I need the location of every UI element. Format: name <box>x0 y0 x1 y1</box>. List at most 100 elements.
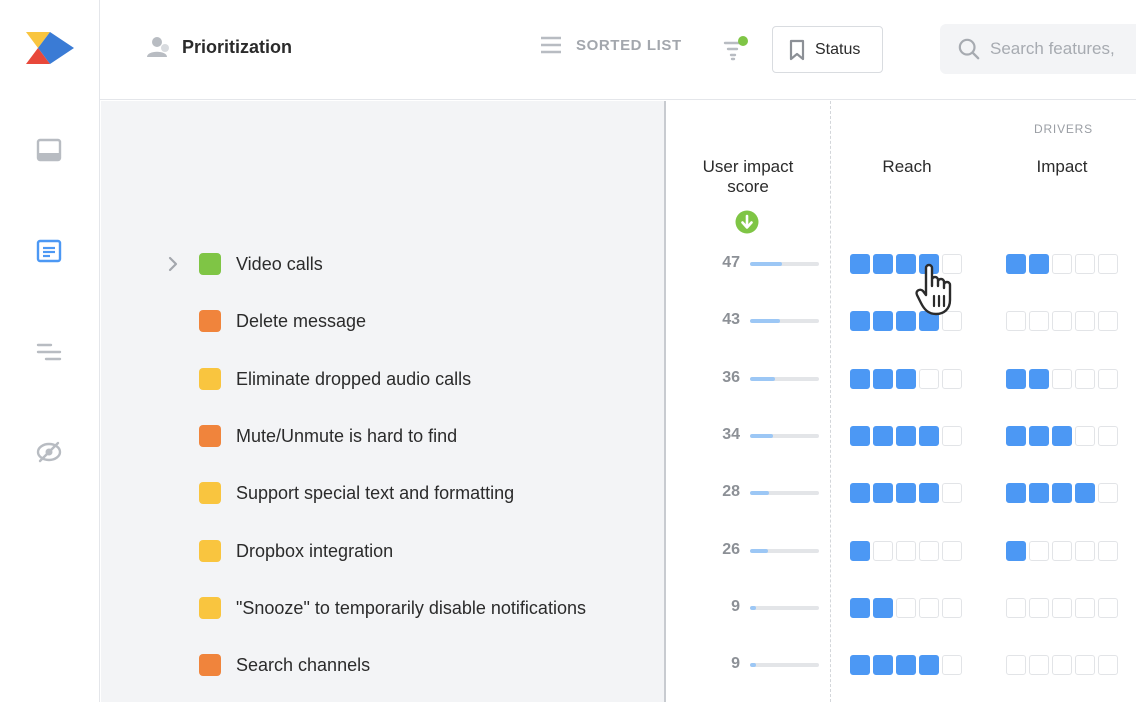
reach-rating-cell[interactable] <box>942 655 962 675</box>
nav-inbox-button[interactable] <box>33 134 65 166</box>
impact-rating[interactable] <box>1006 655 1118 675</box>
reach-rating-cell[interactable] <box>850 311 870 331</box>
reach-rating-cell[interactable] <box>873 541 893 561</box>
reach-rating-cell[interactable] <box>896 426 916 446</box>
reach-rating-cell[interactable] <box>919 541 939 561</box>
filter-icon[interactable] <box>722 34 752 64</box>
feature-name[interactable]: Delete message <box>236 311 366 332</box>
impact-rating-cell[interactable] <box>1075 369 1095 389</box>
column-header-user-impact-score[interactable]: User impact score <box>690 157 806 197</box>
reach-rating-cell[interactable] <box>942 311 962 331</box>
reach-rating-cell[interactable] <box>919 426 939 446</box>
reach-rating-cell[interactable] <box>850 483 870 503</box>
impact-rating-cell[interactable] <box>1075 483 1095 503</box>
impact-rating[interactable] <box>1006 254 1118 274</box>
impact-rating-cell[interactable] <box>1052 655 1072 675</box>
feature-name[interactable]: Mute/Unmute is hard to find <box>236 426 457 447</box>
nav-hidden-button[interactable] <box>33 436 65 468</box>
chevron-right-icon[interactable] <box>165 256 181 272</box>
feature-name[interactable]: Support special text and formatting <box>236 483 514 504</box>
impact-rating-cell[interactable] <box>1052 541 1072 561</box>
nav-features-button[interactable] <box>33 235 65 267</box>
impact-rating[interactable] <box>1006 311 1118 331</box>
reach-rating-cell[interactable] <box>873 598 893 618</box>
impact-rating-cell[interactable] <box>1006 426 1026 446</box>
reach-rating[interactable] <box>850 369 962 389</box>
impact-rating-cell[interactable] <box>1006 655 1026 675</box>
reach-rating-cell[interactable] <box>896 369 916 389</box>
impact-rating-cell[interactable] <box>1052 598 1072 618</box>
feature-name[interactable]: Video calls <box>236 254 323 275</box>
impact-rating-cell[interactable] <box>1052 483 1072 503</box>
impact-rating-cell[interactable] <box>1052 426 1072 446</box>
reach-rating-cell[interactable] <box>896 311 916 331</box>
reach-rating-cell[interactable] <box>919 598 939 618</box>
impact-rating-cell[interactable] <box>1029 483 1049 503</box>
impact-rating-cell[interactable] <box>1006 483 1026 503</box>
reach-rating[interactable] <box>850 311 962 331</box>
impact-rating-cell[interactable] <box>1098 655 1118 675</box>
impact-rating[interactable] <box>1006 598 1118 618</box>
reach-rating-cell[interactable] <box>919 254 939 274</box>
reach-rating-cell[interactable] <box>850 598 870 618</box>
reach-rating[interactable] <box>850 541 962 561</box>
reach-rating-cell[interactable] <box>942 483 962 503</box>
reach-rating-cell[interactable] <box>942 541 962 561</box>
impact-rating-cell[interactable] <box>1052 254 1072 274</box>
column-header-reach[interactable]: Reach <box>866 157 948 177</box>
impact-rating-cell[interactable] <box>1029 426 1049 446</box>
reach-rating-cell[interactable] <box>942 598 962 618</box>
feature-row[interactable]: Dropbox integration <box>101 531 664 571</box>
reach-rating-cell[interactable] <box>919 369 939 389</box>
reach-rating-cell[interactable] <box>919 311 939 331</box>
feature-row[interactable]: Support special text and formatting <box>101 473 664 513</box>
impact-rating-cell[interactable] <box>1098 541 1118 561</box>
impact-rating-cell[interactable] <box>1098 369 1118 389</box>
reach-rating-cell[interactable] <box>896 541 916 561</box>
feature-name[interactable]: Eliminate dropped audio calls <box>236 369 471 390</box>
sorted-list-toggle[interactable]: SORTED LIST <box>540 36 682 54</box>
reach-rating[interactable] <box>850 598 962 618</box>
reach-rating-cell[interactable] <box>873 369 893 389</box>
reach-rating-cell[interactable] <box>873 483 893 503</box>
reach-rating-cell[interactable] <box>896 598 916 618</box>
impact-rating-cell[interactable] <box>1075 254 1095 274</box>
reach-rating[interactable] <box>850 254 962 274</box>
reach-rating-cell[interactable] <box>850 426 870 446</box>
impact-rating-cell[interactable] <box>1029 541 1049 561</box>
impact-rating-cell[interactable] <box>1029 598 1049 618</box>
impact-rating-cell[interactable] <box>1006 311 1026 331</box>
reach-rating[interactable] <box>850 426 962 446</box>
feature-row[interactable]: "Snooze" to temporarily disable notifica… <box>101 588 664 628</box>
impact-rating[interactable] <box>1006 483 1118 503</box>
nav-roadmap-button[interactable] <box>33 336 65 368</box>
impact-rating-cell[interactable] <box>1006 369 1026 389</box>
impact-rating[interactable] <box>1006 369 1118 389</box>
feature-name[interactable]: "Snooze" to temporarily disable notifica… <box>236 598 586 619</box>
impact-rating-cell[interactable] <box>1098 598 1118 618</box>
feature-row[interactable]: Mute/Unmute is hard to find <box>101 416 664 456</box>
impact-rating-cell[interactable] <box>1029 311 1049 331</box>
feature-row[interactable]: Video calls <box>101 244 664 284</box>
column-header-impact[interactable]: Impact <box>1020 157 1104 177</box>
impact-rating-cell[interactable] <box>1075 541 1095 561</box>
impact-rating-cell[interactable] <box>1075 426 1095 446</box>
search-input[interactable] <box>990 39 1136 59</box>
reach-rating-cell[interactable] <box>850 369 870 389</box>
reach-rating-cell[interactable] <box>850 655 870 675</box>
reach-rating-cell[interactable] <box>896 483 916 503</box>
reach-rating-cell[interactable] <box>919 483 939 503</box>
reach-rating-cell[interactable] <box>850 254 870 274</box>
impact-rating-cell[interactable] <box>1029 655 1049 675</box>
reach-rating[interactable] <box>850 483 962 503</box>
impact-rating[interactable] <box>1006 541 1118 561</box>
impact-rating-cell[interactable] <box>1098 311 1118 331</box>
status-button[interactable]: Status <box>772 26 883 73</box>
reach-rating-cell[interactable] <box>896 254 916 274</box>
sort-descending-icon[interactable] <box>735 210 759 234</box>
reach-rating-cell[interactable] <box>942 254 962 274</box>
impact-rating-cell[interactable] <box>1052 311 1072 331</box>
impact-rating-cell[interactable] <box>1075 311 1095 331</box>
impact-rating-cell[interactable] <box>1006 541 1026 561</box>
impact-rating-cell[interactable] <box>1006 254 1026 274</box>
